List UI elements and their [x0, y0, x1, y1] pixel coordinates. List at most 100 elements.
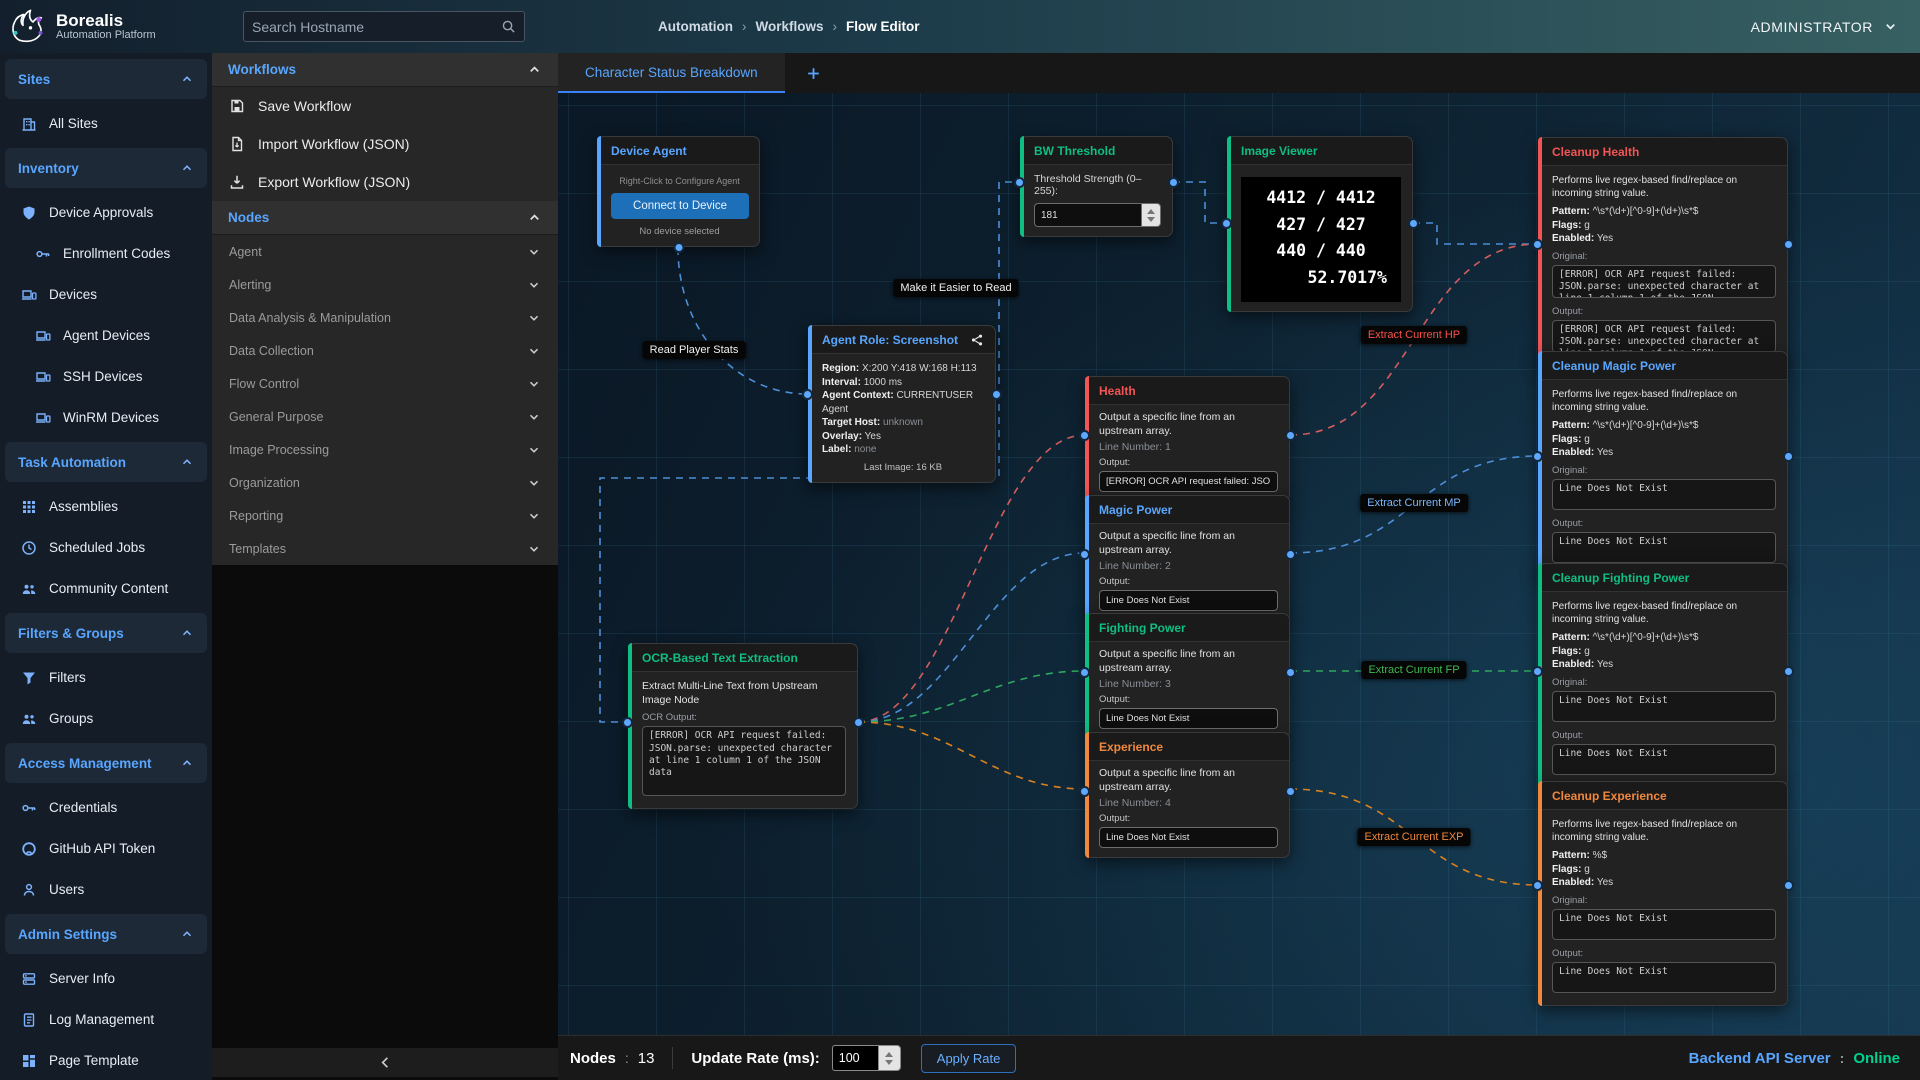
- update-rate-input[interactable]: [832, 1045, 878, 1071]
- output-handle[interactable]: [1783, 451, 1794, 462]
- nodes-header[interactable]: Nodes: [212, 201, 558, 235]
- sidebar-item-server-info[interactable]: Server Info: [0, 958, 212, 999]
- node-cleanup-health[interactable]: Cleanup Health Performs live regex-based…: [1538, 137, 1788, 366]
- flow-canvas[interactable]: Device Agent Right-Click to Configure Ag…: [558, 93, 1920, 1035]
- node-experience[interactable]: Experience Output a specific line from a…: [1085, 732, 1290, 858]
- output-handle[interactable]: [853, 717, 864, 728]
- output-handle[interactable]: [1783, 666, 1794, 677]
- sidebar-item-all-sites[interactable]: All Sites: [0, 103, 212, 144]
- input-handle[interactable]: [1532, 880, 1543, 891]
- output-handle[interactable]: [991, 389, 1002, 400]
- hostname-search[interactable]: [243, 11, 525, 42]
- output-textarea[interactable]: Line Does Not Exist: [1552, 532, 1776, 563]
- node-cleanup-experience[interactable]: Cleanup Experience Performs live regex-b…: [1538, 781, 1788, 1006]
- input-handle[interactable]: [1532, 451, 1543, 462]
- output-handle[interactable]: [1285, 430, 1296, 441]
- input-handle[interactable]: [1532, 239, 1543, 250]
- sidebar-item-groups[interactable]: Groups: [0, 698, 212, 739]
- input-handle[interactable]: [622, 717, 633, 728]
- output-handle[interactable]: [1285, 549, 1296, 560]
- node-ocr-text-extraction[interactable]: OCR-Based Text Extraction Extract Multi-…: [628, 643, 858, 809]
- node-magic-power[interactable]: Magic Power Output a specific line from …: [1085, 495, 1290, 621]
- node-fighting-power[interactable]: Fighting Power Output a specific line fr…: [1085, 613, 1290, 739]
- share-icon[interactable]: [970, 333, 984, 347]
- original-textarea[interactable]: [ERROR] OCR API request failed: JSON.par…: [1552, 265, 1776, 298]
- breadcrumb-automation[interactable]: Automation: [658, 19, 733, 34]
- node-cleanup-magic-power[interactable]: Cleanup Magic Power Performs live regex-…: [1538, 351, 1788, 576]
- sidebar-item-agent-devices[interactable]: Agent Devices: [0, 315, 212, 356]
- collapse-panel-button[interactable]: [212, 1048, 558, 1077]
- sidebar-item-github-api-token[interactable]: GitHub API Token: [0, 828, 212, 869]
- sidebar-section-admin-settings[interactable]: Admin Settings: [5, 914, 207, 954]
- sidebar-item-scheduled-jobs[interactable]: Scheduled Jobs: [0, 527, 212, 568]
- threshold-stepper[interactable]: [1142, 203, 1161, 227]
- threshold-input[interactable]: [1034, 203, 1142, 227]
- node-category-image-processing[interactable]: Image Processing: [212, 433, 558, 466]
- output-handle[interactable]: [1168, 177, 1179, 188]
- node-health[interactable]: Health Output a specific line from an up…: [1085, 376, 1290, 502]
- sidebar-item-device-approvals[interactable]: Device Approvals: [0, 192, 212, 233]
- tab-character-status-breakdown[interactable]: Character Status Breakdown: [558, 53, 785, 93]
- output-textarea[interactable]: [ERROR] OCR API request failed: JSON.par…: [1552, 320, 1776, 353]
- update-rate-stepper[interactable]: [878, 1045, 901, 1071]
- node-category-templates[interactable]: Templates: [212, 532, 558, 565]
- output-textarea[interactable]: Line Does Not Exist: [1552, 962, 1776, 993]
- node-category-reporting[interactable]: Reporting: [212, 499, 558, 532]
- original-textarea[interactable]: Line Does Not Exist: [1552, 479, 1776, 510]
- save-workflow-button[interactable]: Save Workflow: [212, 87, 558, 125]
- output-textarea[interactable]: Line Does Not Exist: [1552, 744, 1776, 775]
- node-category-alerting[interactable]: Alerting: [212, 268, 558, 301]
- apply-rate-button[interactable]: Apply Rate: [921, 1044, 1017, 1073]
- sidebar-item-users[interactable]: Users: [0, 869, 212, 910]
- sidebar-item-devices[interactable]: Devices: [0, 274, 212, 315]
- node-category-data-collection[interactable]: Data Collection: [212, 334, 558, 367]
- sidebar-section-access-management[interactable]: Access Management: [5, 743, 207, 783]
- node-category-organization[interactable]: Organization: [212, 466, 558, 499]
- workflows-header[interactable]: Workflows: [212, 53, 558, 87]
- search-input[interactable]: [252, 19, 501, 35]
- line-output-input[interactable]: [1099, 708, 1278, 729]
- output-handle[interactable]: [673, 242, 684, 253]
- node-category-agent[interactable]: Agent: [212, 235, 558, 268]
- sidebar-section-inventory[interactable]: Inventory: [5, 148, 207, 188]
- input-handle[interactable]: [1532, 666, 1543, 677]
- node-device-agent[interactable]: Device Agent Right-Click to Configure Ag…: [597, 136, 760, 247]
- node-agent-role-screenshot[interactable]: Agent Role: Screenshot Region: X:200 Y:4…: [808, 325, 996, 483]
- node-category-general-purpose[interactable]: General Purpose: [212, 400, 558, 433]
- sidebar-item-page-template[interactable]: Page Template: [0, 1040, 212, 1080]
- output-handle[interactable]: [1285, 786, 1296, 797]
- sidebar-item-log-management[interactable]: Log Management: [0, 999, 212, 1040]
- sidebar-item-ssh-devices[interactable]: SSH Devices: [0, 356, 212, 397]
- input-handle[interactable]: [1014, 177, 1025, 188]
- add-tab-button[interactable]: [785, 53, 843, 93]
- original-textarea[interactable]: Line Does Not Exist: [1552, 691, 1776, 722]
- sidebar-section-filters-groups[interactable]: Filters & Groups: [5, 613, 207, 653]
- node-image-viewer[interactable]: Image Viewer 4412 / 4412 427 / 427 440 /…: [1227, 136, 1413, 312]
- line-output-input[interactable]: [1099, 827, 1278, 848]
- node-category-data-analysis[interactable]: Data Analysis & Manipulation: [212, 301, 558, 334]
- input-handle[interactable]: [802, 389, 813, 400]
- node-category-flow-control[interactable]: Flow Control: [212, 367, 558, 400]
- output-handle[interactable]: [1783, 239, 1794, 250]
- input-handle[interactable]: [1221, 218, 1232, 229]
- ocr-output-textarea[interactable]: [ERROR] OCR API request failed: JSON.par…: [642, 726, 846, 796]
- sidebar-item-community-content[interactable]: Community Content: [0, 568, 212, 609]
- import-workflow-button[interactable]: Import Workflow (JSON): [212, 125, 558, 163]
- sidebar-item-filters[interactable]: Filters: [0, 657, 212, 698]
- output-handle[interactable]: [1285, 667, 1296, 678]
- input-handle[interactable]: [1079, 786, 1090, 797]
- sidebar-item-enrollment-codes[interactable]: Enrollment Codes: [0, 233, 212, 274]
- node-bw-threshold[interactable]: BW Threshold Threshold Strength (0–255):: [1020, 136, 1173, 237]
- sidebar-item-winrm-devices[interactable]: WinRM Devices: [0, 397, 212, 438]
- breadcrumb-workflows[interactable]: Workflows: [756, 19, 824, 34]
- input-handle[interactable]: [1079, 430, 1090, 441]
- input-handle[interactable]: [1079, 667, 1090, 678]
- input-handle[interactable]: [1079, 549, 1090, 560]
- export-workflow-button[interactable]: Export Workflow (JSON): [212, 163, 558, 201]
- connect-to-device-button[interactable]: Connect to Device: [611, 193, 749, 219]
- sidebar-item-assemblies[interactable]: Assemblies: [0, 486, 212, 527]
- output-handle[interactable]: [1408, 218, 1419, 229]
- line-output-input[interactable]: [1099, 590, 1278, 611]
- sidebar-section-task-automation[interactable]: Task Automation: [5, 442, 207, 482]
- line-output-input[interactable]: [1099, 471, 1278, 492]
